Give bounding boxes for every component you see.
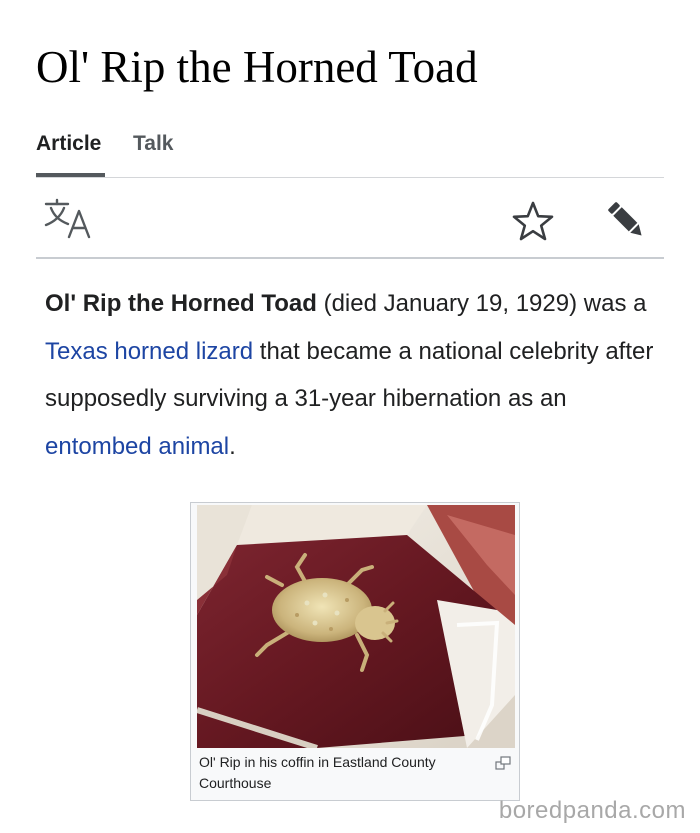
- tab-article[interactable]: Article: [36, 132, 101, 156]
- lead-text: (died January 19, 1929) was a: [316, 290, 647, 317]
- lead-text: .: [229, 432, 236, 460]
- expand-icon[interactable]: [495, 756, 511, 770]
- translate-icon[interactable]: [42, 197, 98, 241]
- figure-image[interactable]: [197, 505, 515, 748]
- pencil-icon[interactable]: [603, 199, 649, 241]
- link-texas-horned-lizard[interactable]: Texas horned lizard: [45, 338, 253, 365]
- link-entombed-animal[interactable]: entombed animal: [45, 433, 229, 460]
- figure-caption: Ol' Rip in his coffin in Eastland County…: [199, 754, 436, 791]
- star-icon[interactable]: [511, 200, 555, 242]
- watermark: boredpanda.com: [498, 797, 686, 824]
- page-title: Ol' Rip the Horned Toad: [36, 42, 478, 92]
- lead-paragraph: Ol' Rip the Horned Toad (died January 19…: [45, 280, 665, 470]
- infobox-figure: Ol' Rip in his coffin in Eastland County…: [190, 502, 520, 801]
- toolbar-divider: [36, 257, 664, 259]
- article-subject: Ol' Rip the Horned Toad: [45, 290, 317, 317]
- tab-talk[interactable]: Talk: [133, 132, 173, 156]
- tabs-divider: [36, 177, 664, 178]
